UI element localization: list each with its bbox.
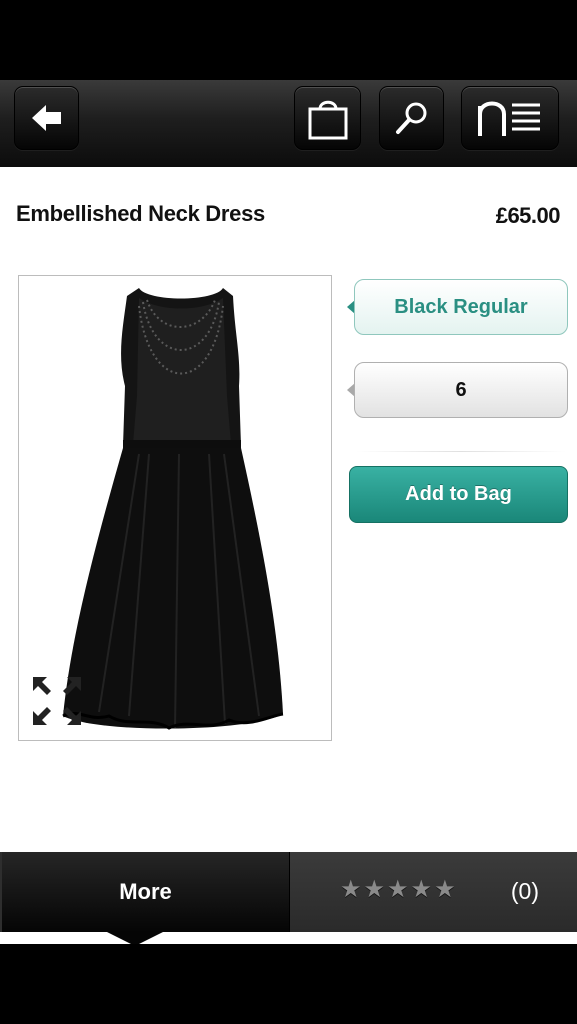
magnifier-icon (395, 102, 426, 134)
star-icon: ★ (387, 876, 409, 903)
shopping-bag-icon (308, 100, 347, 140)
star-icon: ★ (434, 876, 456, 903)
product-price: £65.00 (495, 203, 561, 228)
status-bar (0, 0, 577, 80)
tab-more-label: More (119, 879, 172, 904)
product-title: Embellished Neck Dress (16, 201, 265, 226)
expand-arrows-icon[interactable] (31, 675, 83, 727)
tab-reviews[interactable]: ★ ★ ★ ★ ★ (0) (290, 852, 577, 932)
add-to-bag-button[interactable]: Add to Bag (349, 466, 568, 523)
black-dress-image (62, 288, 284, 730)
product-content: Embellished Neck Dress £65.00 Black Regu… (0, 167, 577, 852)
bottom-tab-bar: More ★ ★ ★ ★ ★ (0) (0, 852, 577, 932)
search-button[interactable] (379, 86, 444, 150)
divider (356, 451, 566, 452)
arrow-left-icon (31, 105, 61, 131)
product-image[interactable] (18, 275, 332, 741)
tab-more[interactable]: More (2, 852, 290, 932)
star-icon: ★ (340, 876, 362, 903)
colour-select[interactable]: Black Regular (354, 279, 568, 335)
star-icon: ★ (410, 876, 433, 903)
tab-strip (0, 932, 577, 944)
star-icon: ★ (363, 876, 386, 903)
menu-button[interactable] (461, 86, 559, 150)
size-select[interactable]: 6 (354, 362, 568, 418)
back-button[interactable] (14, 86, 79, 150)
bottom-bezel (0, 944, 577, 1024)
rating-stars: ★ ★ ★ ★ ★ (340, 878, 456, 902)
review-count: (0) (510, 878, 539, 904)
top-toolbar (0, 80, 577, 168)
brand-menu-icon (478, 101, 540, 136)
bag-button[interactable] (294, 86, 361, 150)
